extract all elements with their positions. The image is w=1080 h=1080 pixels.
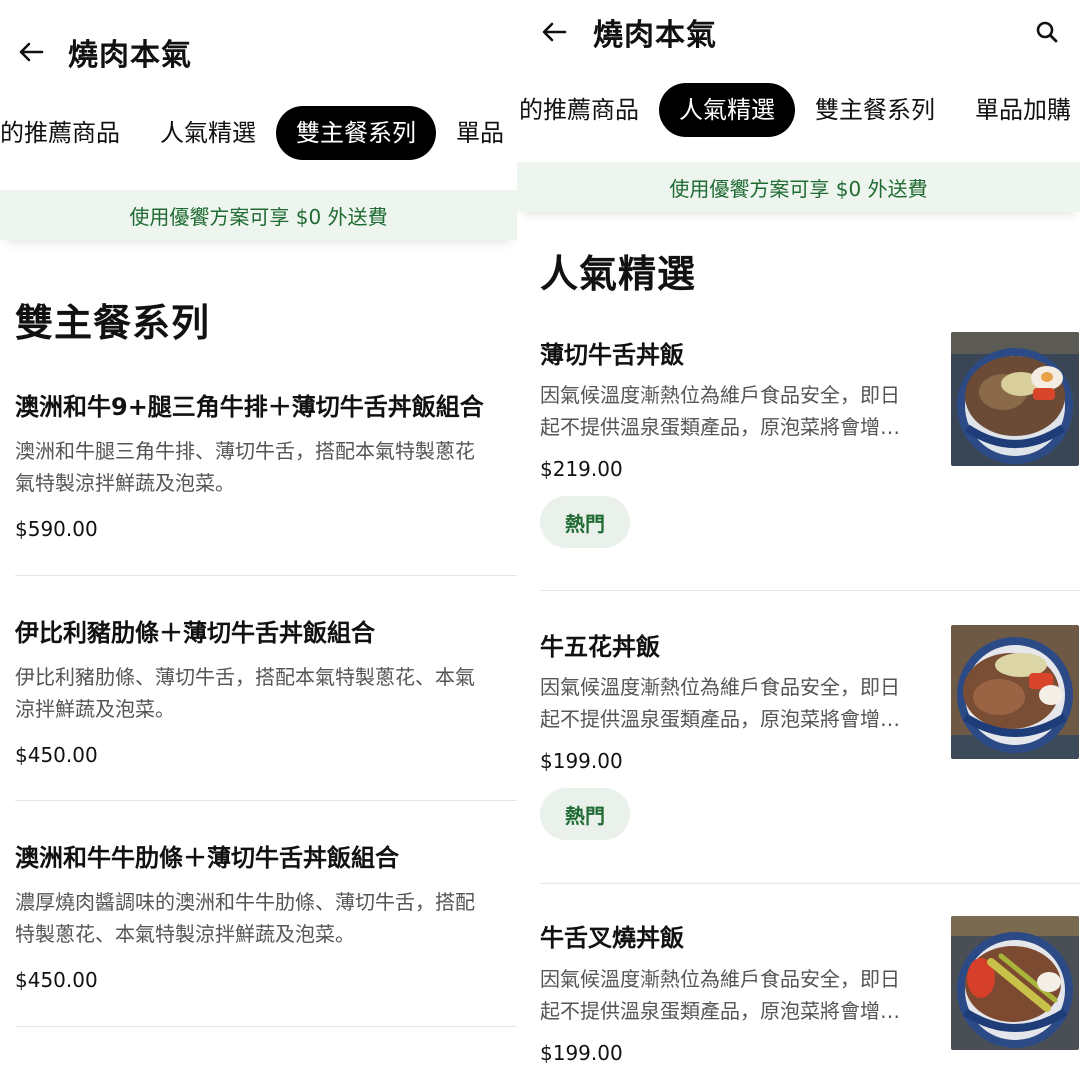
item-description-line: 起不提供溫泉蛋類產品，原泡菜將會增…: [540, 415, 900, 439]
item-description-line: 氣特製涼拌鮮蔬及泡菜。: [15, 471, 235, 495]
tab-double-main[interactable]: 雙主餐系列: [795, 83, 955, 137]
item-description: 濃厚燒肉醬調味的澳洲和牛牛肋條、薄切牛舌，搭配 特製蔥花、本氣特製涼拌鮮蔬及泡菜…: [15, 886, 517, 950]
search-icon[interactable]: [1032, 17, 1062, 47]
item-description-line: 因氣候溫度漸熱位為維戶食品安全，即日: [540, 383, 900, 407]
delivery-fee-banner: 使用優饗方案可享 $0 外送費: [517, 162, 1080, 212]
popular-badge: 熱門: [540, 496, 630, 548]
food-image: [951, 625, 1079, 759]
item-description: 澳洲和牛腿三角牛排、薄切牛舌，搭配本氣特製蔥花 氣特製涼拌鮮蔬及泡菜。: [15, 435, 517, 499]
item-price: $199.00: [540, 1041, 623, 1065]
left-screen: 燒肉本氣 的推薦商品 人氣精選 雙主餐系列 單品 使用優饗方案可享 $0 外送費…: [0, 0, 517, 1080]
store-title: 燒肉本氣: [68, 38, 192, 73]
item-description-line: 因氣候溫度漸熱位為維戶食品安全，即日: [540, 967, 900, 991]
item-price: $219.00: [540, 457, 623, 481]
item-description-line: 特製蔥花、本氣特製涼拌鮮蔬及泡菜。: [15, 922, 355, 946]
divider: [540, 590, 1080, 591]
back-arrow-icon[interactable]: [16, 37, 46, 67]
tab-recommended[interactable]: 的推薦商品: [0, 106, 140, 160]
item-name: 澳洲和牛牛肋條＋薄切牛舌丼飯組合: [15, 844, 399, 872]
section-title: 雙主餐系列: [15, 301, 211, 345]
item-description-line: 起不提供溫泉蛋類產品，原泡菜將會增…: [540, 999, 900, 1023]
delivery-fee-banner: 使用優饗方案可享 $0 外送費: [0, 190, 517, 240]
right-screen: 燒肉本氣 的推薦商品 人氣精選 雙主餐系列 單品加購 使用優饗方案可享 $0 外…: [517, 0, 1080, 1080]
item-description-line: 因氣候溫度漸熱位為維戶食品安全，即日: [540, 675, 900, 699]
item-name: 薄切牛舌丼飯: [540, 341, 684, 369]
food-image: [951, 332, 1079, 466]
item-description-line: 涼拌鮮蔬及泡菜。: [15, 697, 175, 721]
divider: [15, 575, 517, 576]
item-description: 因氣候溫度漸熱位為維戶食品安全，即日 起不提供溫泉蛋類產品，原泡菜將會增…: [540, 379, 930, 443]
item-price: $450.00: [15, 968, 98, 992]
item-name: 牛舌叉燒丼飯: [540, 924, 684, 952]
back-arrow-icon[interactable]: [539, 17, 569, 47]
tab-single-addon[interactable]: 單品加購: [955, 83, 1080, 137]
item-price: $590.00: [15, 517, 98, 541]
item-name: 澳洲和牛9+腿三角牛排＋薄切牛舌丼飯組合: [15, 393, 484, 421]
item-description-line: 澳洲和牛腿三角牛排、薄切牛舌，搭配本氣特製蔥花: [15, 439, 475, 463]
tab-single-items[interactable]: 單品: [436, 106, 517, 160]
item-description: 伊比利豬肋條、薄切牛舌，搭配本氣特製蔥花、本氣 涼拌鮮蔬及泡菜。: [15, 661, 517, 725]
item-price: $199.00: [540, 749, 623, 773]
category-tabs: 的推薦商品 人氣精選 雙主餐系列 單品加購: [517, 82, 1080, 138]
item-description-line: 起不提供溫泉蛋類產品，原泡菜將會增…: [540, 707, 900, 731]
divider: [540, 883, 1080, 884]
divider: [15, 800, 517, 801]
store-title: 燒肉本氣: [593, 18, 717, 53]
top-bar: 燒肉本氣: [0, 32, 517, 73]
tab-popular[interactable]: 人氣精選: [659, 83, 795, 137]
tab-popular[interactable]: 人氣精選: [140, 106, 276, 160]
tab-recommended[interactable]: 的推薦商品: [517, 83, 659, 137]
popular-badge: 熱門: [540, 788, 630, 840]
item-name: 伊比利豬肋條＋薄切牛舌丼飯組合: [15, 619, 375, 647]
divider: [15, 1026, 517, 1027]
item-price: $450.00: [15, 743, 98, 767]
food-image: [951, 916, 1079, 1050]
tab-double-main[interactable]: 雙主餐系列: [276, 106, 436, 160]
item-description-line: 濃厚燒肉醬調味的澳洲和牛牛肋條、薄切牛舌，搭配: [15, 890, 475, 914]
item-description: 因氣候溫度漸熱位為維戶食品安全，即日 起不提供溫泉蛋類產品，原泡菜將會增…: [540, 671, 930, 735]
top-bar: 燒肉本氣: [517, 12, 1080, 53]
item-name: 牛五花丼飯: [540, 633, 660, 661]
category-tabs: 的推薦商品 人氣精選 雙主餐系列 單品: [0, 105, 517, 161]
item-description: 因氣候溫度漸熱位為維戶食品安全，即日 起不提供溫泉蛋類產品，原泡菜將會增…: [540, 963, 930, 1027]
item-description-line: 伊比利豬肋條、薄切牛舌，搭配本氣特製蔥花、本氣: [15, 665, 475, 689]
section-title: 人氣精選: [540, 252, 697, 296]
